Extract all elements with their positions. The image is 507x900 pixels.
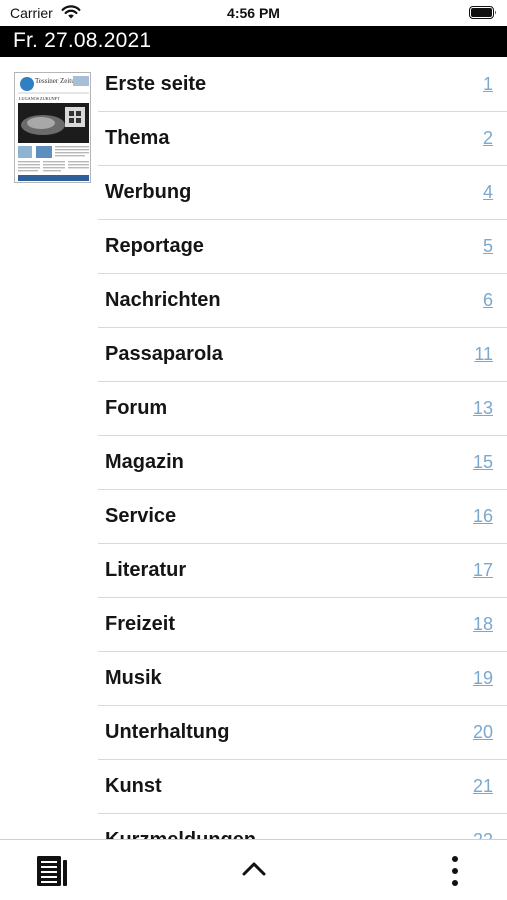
battery-icon <box>469 6 496 19</box>
toc-page-link[interactable]: 13 <box>473 398 493 419</box>
toc-page-link[interactable]: 19 <box>473 668 493 689</box>
toc-item-label: Forum <box>105 397 168 419</box>
toc-item[interactable]: Freizeit 18 <box>98 598 507 652</box>
toc-page-link[interactable]: 17 <box>473 560 493 581</box>
toc-page-link[interactable]: 18 <box>473 614 493 635</box>
more-vertical-icon[interactable] <box>445 854 465 888</box>
toc-item[interactable]: Erste seite 1 <box>98 58 507 112</box>
chevron-up-icon[interactable] <box>241 860 267 878</box>
toc-item-label: Musik <box>105 667 162 689</box>
toc-list[interactable]: Erste seite 1 Thema 2 Werbung 4 Reportage 5 Nach… <box>98 58 507 840</box>
toc-page-link[interactable]: 15 <box>473 452 493 473</box>
toc-item[interactable]: Thema 2 <box>98 112 507 166</box>
toc-item-label: Erste seite <box>105 73 207 95</box>
toc-page-link[interactable]: 16 <box>473 506 493 527</box>
toc-item[interactable]: Musik 19 <box>98 652 507 706</box>
toc-item-label: Unterhaltung <box>105 721 230 743</box>
toc-page-link[interactable]: 11 <box>474 344 493 365</box>
toc-item-label: Werbung <box>105 181 192 203</box>
toc-page-link[interactable]: 5 <box>483 236 493 257</box>
toc-item[interactable]: Service 16 <box>98 490 507 544</box>
toc-item-label: Kunst <box>105 775 162 797</box>
toc-item-label: Thema <box>105 127 170 149</box>
status-time: 4:56 PM <box>227 5 280 21</box>
toc-item-label: Nachrichten <box>105 289 221 311</box>
newspaper-cover-image: Tessiner Zeitung LUGANOS ZUKUNFT <box>15 73 90 182</box>
toc-item[interactable]: Kurzmeldungen 22 <box>98 814 507 840</box>
toc-item[interactable]: Literatur 17 <box>98 544 507 598</box>
toc-item[interactable]: Forum 13 <box>98 382 507 436</box>
toc-item[interactable]: Werbung 4 <box>98 166 507 220</box>
toc-page-link[interactable]: 20 <box>473 722 493 743</box>
toc-item[interactable]: Reportage 5 <box>98 220 507 274</box>
toc-item-label: Service <box>105 505 177 527</box>
toc-item-label: Reportage <box>105 235 204 257</box>
toc-item[interactable]: Unterhaltung 20 <box>98 706 507 760</box>
toc-item[interactable]: Nachrichten 6 <box>98 274 507 328</box>
toc-item-label: Freizeit <box>105 613 176 635</box>
toc-item-label: Literatur <box>105 559 187 581</box>
toc-item-label: Passaparola <box>105 343 223 365</box>
toc-page-link[interactable]: 1 <box>483 74 493 95</box>
status-bar: Carrier 4:56 PM <box>0 0 507 26</box>
pages-icon[interactable] <box>35 854 69 888</box>
issue-date: Fr. 27.08.2021 <box>13 29 152 52</box>
toc-item[interactable]: Kunst 21 <box>98 760 507 814</box>
toc-page-link[interactable]: 2 <box>483 128 493 149</box>
thumb-headline: LUGANOS ZUKUNFT <box>19 96 60 101</box>
toc-page-link[interactable]: 4 <box>483 182 493 203</box>
toc-item[interactable]: Magazin 15 <box>98 436 507 490</box>
toc-page-link[interactable]: 21 <box>473 776 493 797</box>
toc-page-link[interactable]: 6 <box>483 290 493 311</box>
toc-item[interactable]: Passaparola 11 <box>98 328 507 382</box>
bottom-toolbar <box>0 839 507 900</box>
date-header: Fr. 27.08.2021 <box>0 26 507 57</box>
issue-thumbnail[interactable]: Tessiner Zeitung LUGANOS ZUKUNFT <box>14 72 91 183</box>
toc-item-label: Magazin <box>105 451 184 473</box>
